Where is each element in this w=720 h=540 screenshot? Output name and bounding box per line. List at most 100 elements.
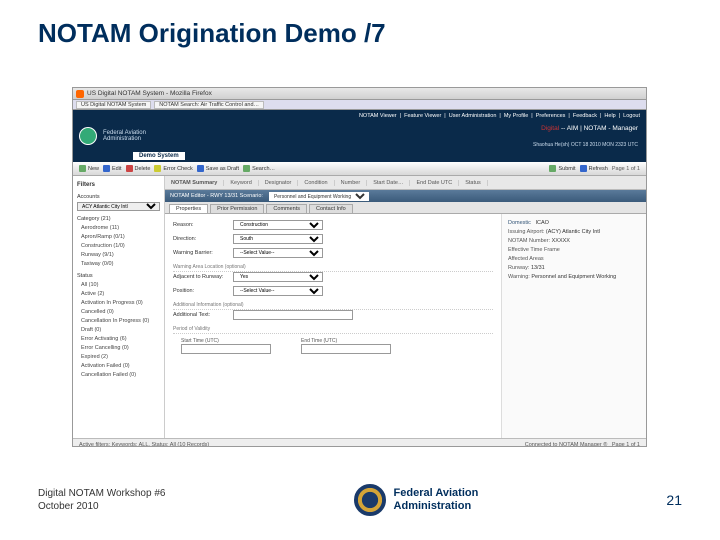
cat-item[interactable]: Taxiway (0/0) [77, 260, 160, 269]
firefox-icon [76, 90, 84, 98]
position-select[interactable]: --Select Value-- [233, 286, 323, 296]
demo-tab-row: Demo System [73, 150, 646, 162]
status-item[interactable]: Expired (2) [77, 353, 160, 362]
direction-label: Direction: [173, 236, 233, 242]
status-item[interactable]: Draft (0) [77, 326, 160, 335]
addtext-label: Additional Text: [173, 312, 233, 318]
new-button[interactable]: New [79, 165, 99, 172]
status-item[interactable]: All (10) [77, 281, 160, 290]
section-period: Period of Validity [173, 326, 493, 334]
icao-link[interactable]: ICAO [536, 220, 549, 226]
tab-comments[interactable]: Comments [266, 204, 307, 213]
col[interactable]: End Date UTC [410, 180, 459, 186]
status-label: Status [77, 272, 160, 281]
page-number: 21 [666, 492, 682, 508]
brand-text: Digital -- AIM | NOTAM - Manager [541, 125, 638, 132]
link-myprofile[interactable]: My Profile [504, 113, 528, 119]
toolbar: New Edit Delete Error Check Save as Draf… [73, 162, 646, 176]
cat-item[interactable]: Apron/Ramp (0/1) [77, 233, 160, 242]
search-button[interactable]: Search… [243, 165, 275, 172]
status-item[interactable]: Active (2) [77, 290, 160, 299]
link-feedback[interactable]: Feedback [573, 113, 597, 119]
slide-footer: Digital NOTAM Workshop #6 October 2010 F… [0, 484, 720, 516]
edit-button[interactable]: Edit [103, 165, 121, 172]
faa-seal-icon [354, 484, 386, 516]
status-item[interactable]: Activation In Progress (0) [77, 299, 160, 308]
demo-system-tab[interactable]: Demo System [133, 152, 185, 160]
col[interactable]: Designator [259, 180, 299, 186]
link-prefs[interactable]: Preferences [536, 113, 566, 119]
footer-line1: Digital NOTAM Workshop #6 [38, 487, 165, 500]
col[interactable]: Condition [298, 180, 334, 186]
browser-titlebar: US Digital NOTAM System - Mozilla Firefo… [73, 88, 646, 100]
right-info-panel: Domestic ICAO Issuing Airport: (ACY) Atl… [501, 214, 646, 438]
position-label: Position: [173, 288, 233, 294]
col[interactable]: Status [459, 180, 488, 186]
status-item[interactable]: Cancellation In Progress (0) [77, 317, 160, 326]
active-filters-text: Active filters: Keywords: ALL, Status: A… [79, 442, 209, 448]
status-item[interactable]: Error Cancelling (0) [77, 344, 160, 353]
footer-line2: October 2010 [38, 500, 165, 513]
cat-item[interactable]: Aerodrome (11) [77, 224, 160, 233]
faa-logo-icon [79, 127, 97, 145]
submit-button[interactable]: Submit [549, 165, 575, 172]
header-org: Federal AviationAdministration [103, 130, 146, 142]
editor-header: NOTAM Editor - RWY 13/31 Scenario: Perso… [165, 190, 646, 202]
filters-panel: Filters Accounts ACY Atlantic City Intl … [73, 176, 165, 438]
app-header: Federal AviationAdministration Digital -… [73, 122, 646, 150]
scenario-select[interactable]: Personnel and Equipment Working [269, 192, 369, 201]
direction-select[interactable]: South [233, 234, 323, 244]
slide-title: NOTAM Origination Demo /7 [0, 0, 720, 49]
session-info: Shaohua He(sh) OCT 18 2010 MON 2323 UTC [533, 142, 638, 148]
filters-title: Filters [77, 181, 160, 190]
barrier-label: Warning Barrier: [173, 250, 233, 256]
editor-title: NOTAM Editor - RWY 13/31 Scenario: [170, 193, 263, 199]
reason-select[interactable]: Construction [233, 220, 323, 230]
status-item[interactable]: Error Activating (6) [77, 335, 160, 344]
accounts-label: Accounts [77, 193, 160, 202]
tab-1[interactable]: US Digital NOTAM System [76, 101, 151, 109]
reason-label: Reason: [173, 222, 233, 228]
faa-text: Federal AviationAdministration [394, 487, 479, 513]
errorcheck-button[interactable]: Error Check [154, 165, 192, 172]
refresh-button[interactable]: Refresh [580, 165, 608, 172]
adjacent-select[interactable]: Yes [233, 272, 323, 282]
status-item[interactable]: Cancellation Failed (0) [77, 371, 160, 380]
end-input[interactable] [301, 344, 391, 354]
barrier-select[interactable]: --Select Value-- [233, 248, 323, 258]
app-status-bar: Active filters: Keywords: ALL, Status: A… [73, 438, 646, 447]
screenshot-window: US Digital NOTAM System - Mozilla Firefo… [72, 87, 647, 447]
connection-text: Connected to NOTAM Manager ® [525, 442, 608, 448]
tab-contactinfo[interactable]: Contact Info [309, 204, 353, 213]
top-link-bar: NOTAM Viewer| Feature Viewer| User Admin… [73, 110, 646, 122]
savedraft-button[interactable]: Save as Draft [197, 165, 239, 172]
link-logout[interactable]: Logout [623, 113, 640, 119]
section-additional: Additional Information (optional) [173, 302, 493, 310]
status-item[interactable]: Cancelled (0) [77, 308, 160, 317]
status-item[interactable]: Activation Failed (0) [77, 362, 160, 371]
start-input[interactable] [181, 344, 271, 354]
tab-properties[interactable]: Properties [169, 204, 208, 213]
addtext-input[interactable] [233, 310, 353, 320]
form-left: Reason:Construction Direction:South Warn… [165, 214, 501, 438]
browser-tabs: US Digital NOTAM System NOTAM Search: Ai… [73, 100, 646, 110]
link-useradmin[interactable]: User Administration [449, 113, 497, 119]
col[interactable]: Keyword [224, 180, 258, 186]
category-label: Category (21) [77, 215, 160, 224]
tab-priorpermission[interactable]: Prior Permission [210, 204, 264, 213]
tab-2[interactable]: NOTAM Search: Air Traffic Control and… [154, 101, 264, 109]
delete-button[interactable]: Delete [126, 165, 151, 172]
adjacent-label: Adjacent to Runway: [173, 274, 233, 280]
col[interactable]: Start Date… [367, 180, 410, 186]
account-select[interactable]: ACY Atlantic City Intl [77, 202, 160, 211]
page-indicator: Page 1 of 1 [612, 166, 640, 172]
domestic-link[interactable]: Domestic [508, 220, 531, 226]
link-featureviewer[interactable]: Feature Viewer [404, 113, 441, 119]
col[interactable]: Number [335, 180, 368, 186]
link-notamviewer[interactable]: NOTAM Viewer [359, 113, 397, 119]
cat-item[interactable]: Runway (9/1) [77, 251, 160, 260]
link-help[interactable]: Help [604, 113, 615, 119]
page-text: Page 1 of 1 [612, 442, 640, 448]
window-title: US Digital NOTAM System - Mozilla Firefo… [87, 90, 212, 97]
cat-item[interactable]: Construction (1/0) [77, 242, 160, 251]
